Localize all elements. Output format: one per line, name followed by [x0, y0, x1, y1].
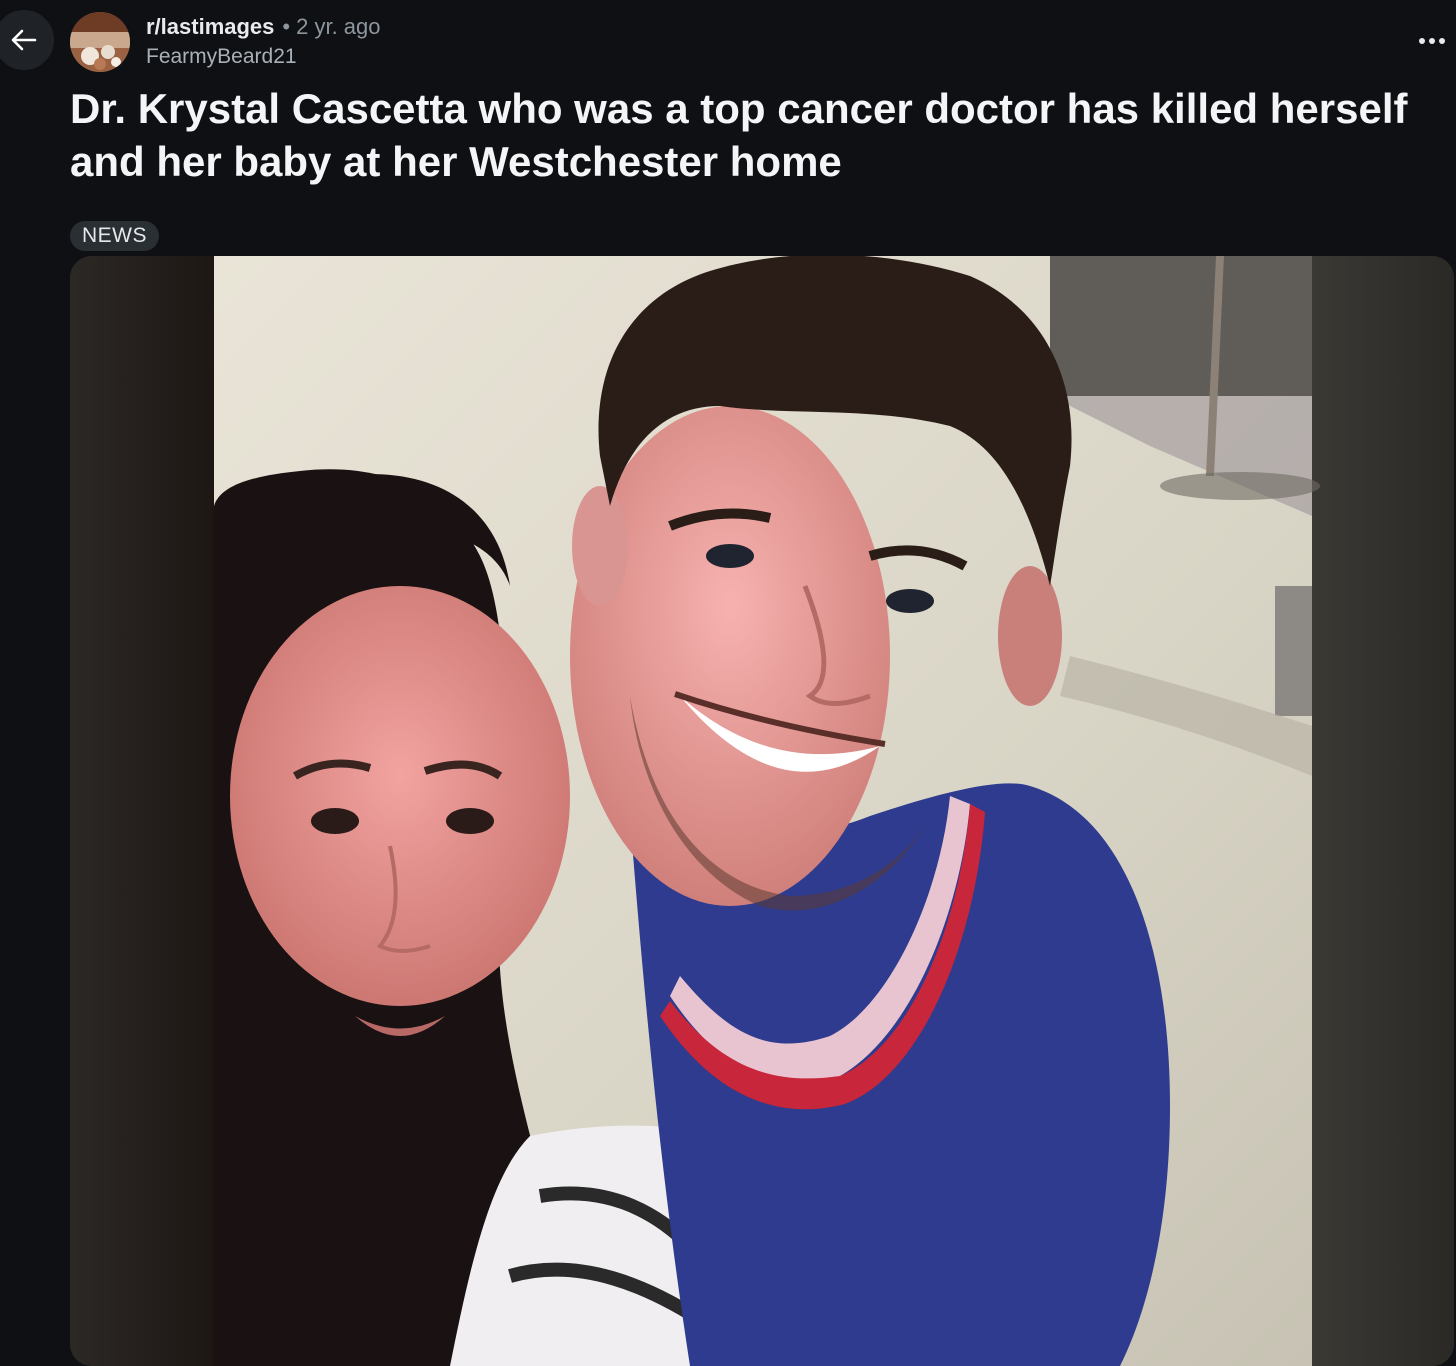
- post-age: 2 yr. ago: [296, 14, 381, 39]
- back-button[interactable]: [0, 10, 54, 70]
- post-title[interactable]: Dr. Krystal Cascetta who was a top cance…: [70, 82, 1446, 188]
- subreddit-avatar[interactable]: [70, 12, 130, 72]
- avatar-image: [70, 12, 130, 72]
- subreddit-link[interactable]: r/lastimages: [146, 14, 274, 39]
- meta-separator: •: [282, 14, 291, 39]
- arrow-left-icon: [11, 29, 37, 51]
- author-link[interactable]: FearmyBeard21: [146, 42, 381, 72]
- more-options-button[interactable]: [1414, 26, 1450, 56]
- post-meta: r/lastimages • 2 yr. ago FearmyBeard21: [146, 12, 381, 72]
- post-flair[interactable]: NEWS: [70, 221, 159, 251]
- photo-couple-selfie: [70, 256, 1454, 1366]
- post-image[interactable]: [70, 256, 1454, 1366]
- more-horizontal-icon: [1419, 38, 1445, 44]
